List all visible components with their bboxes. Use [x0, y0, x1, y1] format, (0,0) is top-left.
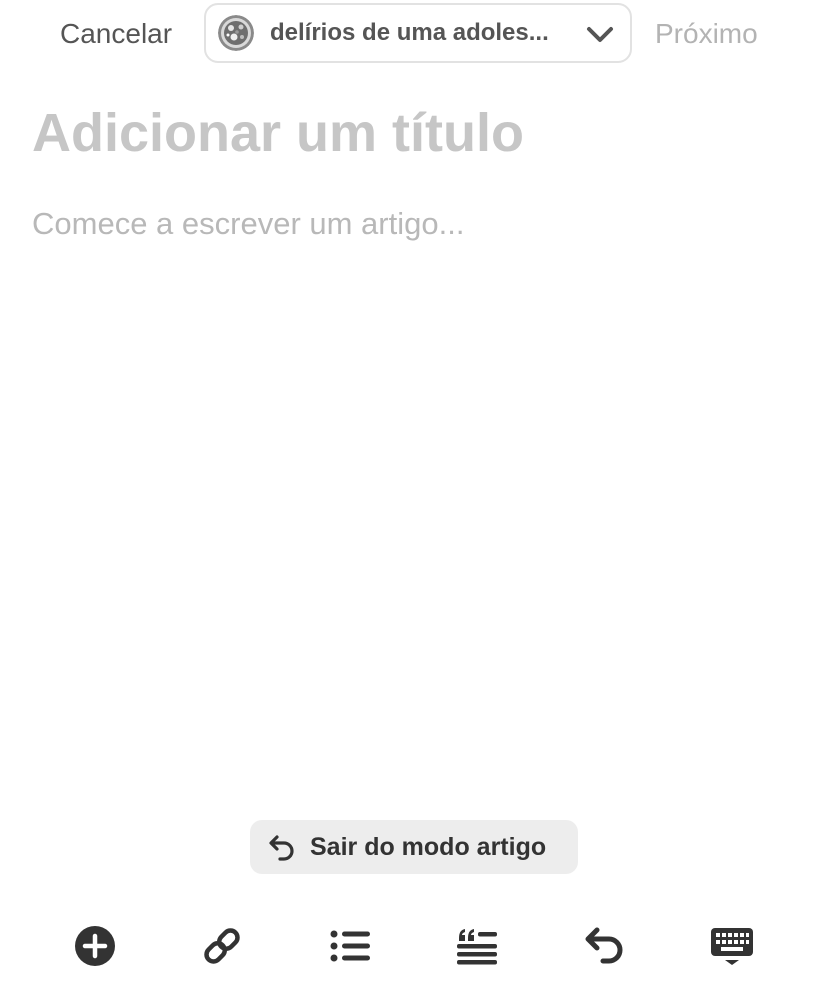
- add-block-button[interactable]: [71, 922, 119, 970]
- exit-article-mode-button[interactable]: Sair do modo artigo: [250, 820, 578, 874]
- next-button[interactable]: Próximo: [655, 16, 758, 52]
- undo-button[interactable]: [581, 922, 629, 970]
- quote-icon: [457, 929, 497, 965]
- top-bar: Cancelar delírios de uma adoles... Próxi…: [0, 0, 828, 70]
- cancel-button[interactable]: Cancelar: [60, 16, 172, 52]
- undo-icon: [585, 927, 623, 964]
- chevron-down-icon: [586, 23, 614, 47]
- bulleted-list-button[interactable]: [326, 922, 374, 970]
- bulleted-list-icon: [330, 930, 370, 962]
- undo-arrow-icon: [269, 835, 294, 861]
- add-circle-icon: [75, 926, 115, 966]
- keyboard-hide-icon: [711, 928, 753, 965]
- blog-name-label: delírios de uma adoles...: [270, 19, 549, 46]
- formatting-toolbar: [0, 916, 828, 976]
- title-input[interactable]: Adicionar um título: [32, 98, 792, 168]
- blog-selector-dropdown[interactable]: delírios de uma adoles...: [204, 3, 632, 63]
- exit-article-mode-label: Sair do modo artigo: [310, 832, 547, 861]
- insert-link-button[interactable]: [198, 922, 246, 970]
- quote-button[interactable]: [453, 922, 501, 970]
- article-body-input[interactable]: Comece a escrever um artigo...: [32, 204, 792, 244]
- blog-avatar-icon: [218, 15, 254, 51]
- hide-keyboard-button[interactable]: [708, 922, 756, 970]
- link-icon: [204, 928, 240, 964]
